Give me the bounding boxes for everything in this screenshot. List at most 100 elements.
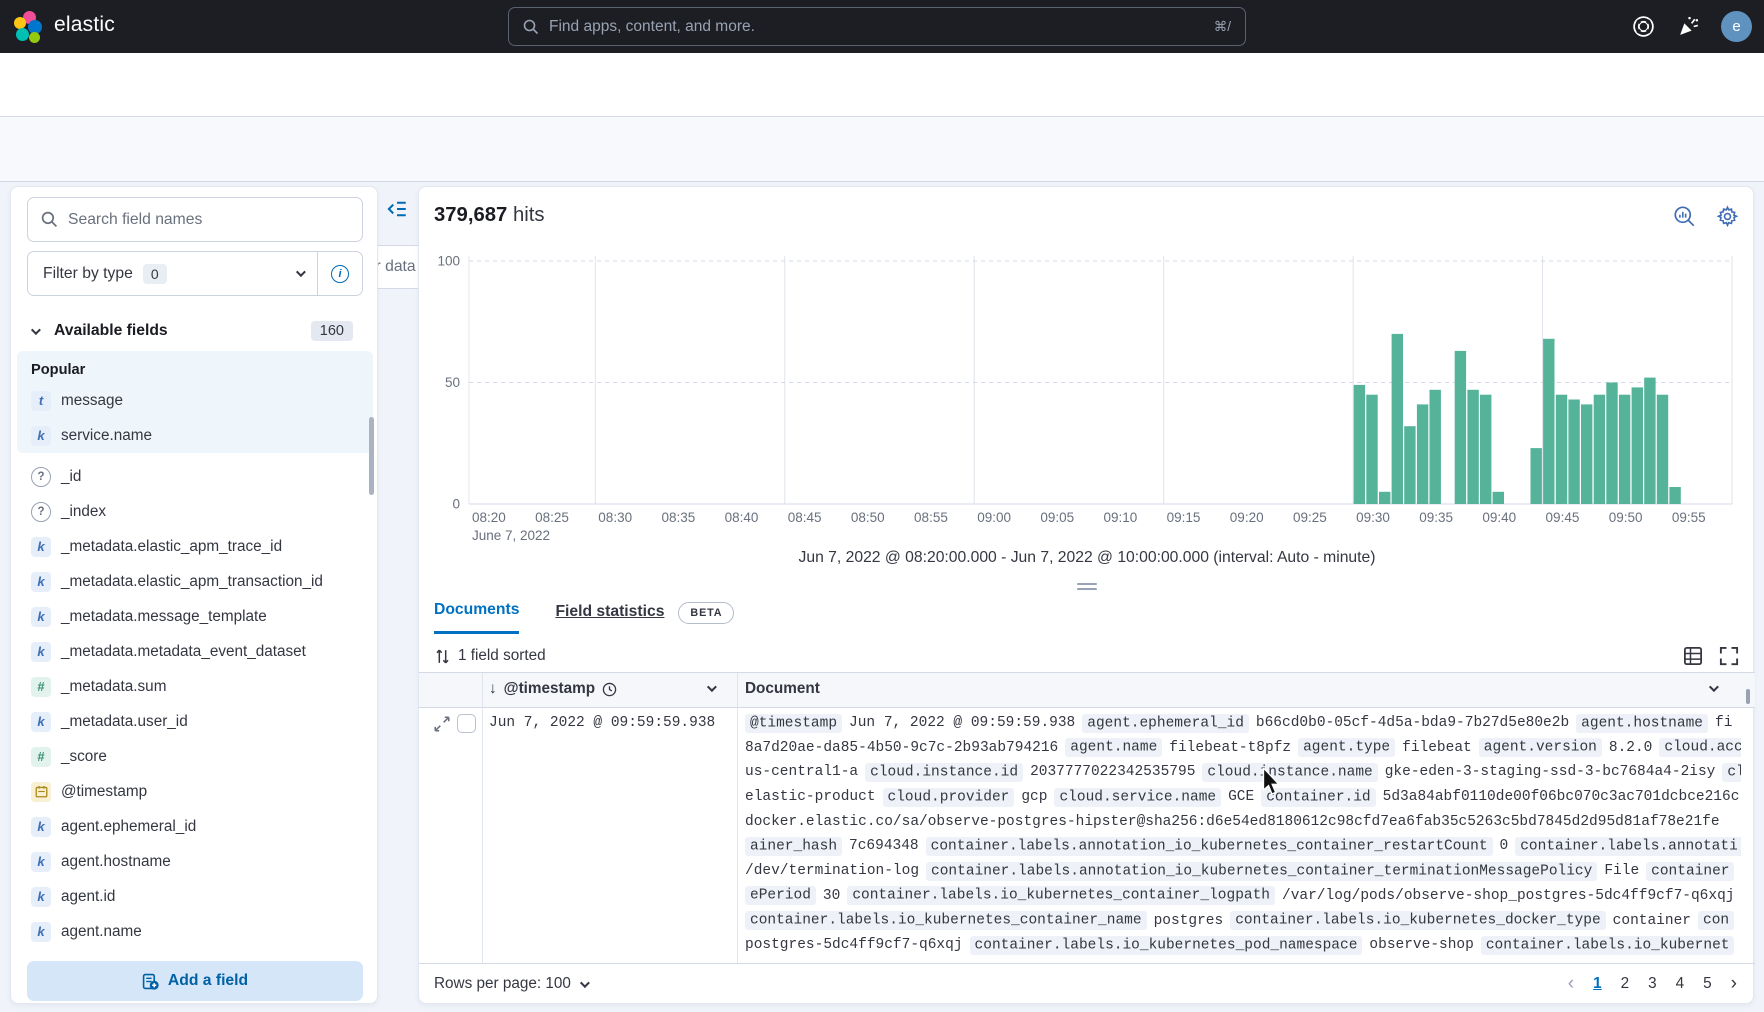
tab-field-statistics[interactable]: Field statistics <box>555 603 664 633</box>
result-tabs: Documents Field statistics BETA <box>434 601 734 634</box>
rows-per-page-button[interactable]: Rows per page: 100 <box>434 975 587 993</box>
row-checkbox[interactable] <box>457 714 476 733</box>
clock-icon <box>602 682 617 697</box>
field-item-_metadata.elastic_apm_trace_id[interactable]: k_metadata.elastic_apm_trace_id <box>17 529 373 564</box>
collapse-sidebar-icon[interactable] <box>387 199 407 219</box>
fields-sidebar: Filter by type 0 i Available fields 160 … <box>10 186 378 1004</box>
field-value: gcp <box>1021 789 1047 805</box>
grid-toolbar: 1 field sorted <box>419 639 1755 673</box>
chart-subtitle: Jun 7, 2022 @ 08:20:00.000 - Jun 7, 2022… <box>419 549 1755 567</box>
document-column-header[interactable]: Document <box>745 680 820 698</box>
display-options-icon[interactable] <box>1683 646 1703 666</box>
field-item-_metadata.metadata_event_dataset[interactable]: k_metadata.metadata_event_dataset <box>17 634 373 669</box>
timestamp-column-menu-icon[interactable] <box>707 682 717 692</box>
sidebar-scrollbar[interactable] <box>369 417 374 495</box>
svg-text:08:30: 08:30 <box>598 510 632 525</box>
pagination-page-5[interactable]: 5 <box>1703 975 1712 993</box>
global-search-input[interactable] <box>549 18 1214 36</box>
keyword-token-icon: k <box>31 607 51 627</box>
newsfeed-party-icon[interactable] <box>1676 14 1701 39</box>
field-info-button[interactable]: i <box>318 265 362 283</box>
field-list: ?_id?_indexk_metadata.elastic_apm_trace_… <box>17 459 373 949</box>
main-panel: 379,687 hits 05010008:2008:2508:3008:350… <box>418 186 1754 1004</box>
field-key-pill: container.labels.io_kubernet <box>1481 936 1735 955</box>
field-item-agent.ephemeral_id[interactable]: kagent.ephemeral_id <box>17 809 373 844</box>
document-line: postgres-5dc4ff9cf7-q6xqjcontainer.label… <box>745 933 1741 958</box>
available-count-badge: 160 <box>311 321 353 341</box>
document-column-menu-icon[interactable] <box>1709 682 1719 692</box>
field-value: /var/log/pods/observe-shop_postgres-5dc4… <box>1282 888 1734 904</box>
field-item-@timestamp[interactable]: @timestamp <box>17 774 373 809</box>
field-item-message[interactable]: tmessage <box>17 383 373 418</box>
timestamp-column-header[interactable]: ↓ @timestamp <box>489 680 617 698</box>
histogram-chart[interactable]: 05010008:2008:2508:3008:3508:4008:4508:5… <box>419 241 1755 557</box>
keyword-token-icon: k <box>31 642 51 662</box>
field-key-pill: container.labels.io_kubernetes_pod_names… <box>970 936 1363 955</box>
field-item-agent.name[interactable]: k agent.name <box>17 914 373 949</box>
field-value: b66cd0b0-05cf-4d5a-bda9-7b27d5e80e2b <box>1256 715 1569 731</box>
global-search[interactable]: ⌘/ <box>508 7 1246 46</box>
field-key-pill: container.labels.io_kubernetes_container… <box>847 886 1275 905</box>
elastic-logo-icon[interactable] <box>14 11 46 43</box>
field-value: observe-shop <box>1369 937 1473 953</box>
field-value: 8a7d20ae-da85-4b50-9c7c-2b93ab794216 <box>745 740 1058 756</box>
field-item-agent.hostname[interactable]: kagent.hostname <box>17 844 373 879</box>
svg-text:08:50: 08:50 <box>851 510 885 525</box>
field-sorted-button[interactable]: 1 field sorted <box>458 647 546 665</box>
field-item-_metadata.user_id[interactable]: k_metadata.user_id <box>17 704 373 739</box>
keyword-token-icon: k <box>31 852 51 872</box>
field-item-_id[interactable]: ?_id <box>17 459 373 494</box>
fullscreen-icon[interactable] <box>1719 646 1739 666</box>
pagination-page-4[interactable]: 4 <box>1676 975 1685 993</box>
search-icon <box>41 211 58 228</box>
available-fields-header[interactable]: Available fields 160 <box>11 315 378 347</box>
field-key-pill: container.labels.annotati <box>1515 837 1741 856</box>
field-item-service.name[interactable]: kservice.name <box>17 418 373 453</box>
unknown-token-icon: ? <box>31 502 51 522</box>
pagination-next[interactable]: › <box>1731 973 1737 995</box>
field-item-_score[interactable]: #_score <box>17 739 373 774</box>
field-item-agent.id[interactable]: kagent.id <box>17 879 373 914</box>
pagination-page-3[interactable]: 3 <box>1648 975 1657 993</box>
svg-text:09:30: 09:30 <box>1356 510 1390 525</box>
pagination-page-2[interactable]: 2 <box>1621 975 1630 993</box>
field-value: 2037777022342535795 <box>1030 764 1195 780</box>
expand-row-icon[interactable] <box>433 715 451 733</box>
svg-text:08:25: 08:25 <box>535 510 569 525</box>
field-name: message <box>61 392 123 410</box>
keyword-token-icon: k <box>31 887 51 907</box>
pagination-prev[interactable]: ‹ <box>1568 973 1574 995</box>
field-item-_index[interactable]: ?_index <box>17 494 373 529</box>
field-key-pill: container.id <box>1261 788 1375 807</box>
field-name: @timestamp <box>61 783 147 801</box>
field-item-_metadata.sum[interactable]: #_metadata.sum <box>17 669 373 704</box>
field-key-pill: container.labels.io_kubernetes_container… <box>745 911 1147 930</box>
grid-header: ↓ @timestamp Document <box>419 673 1755 708</box>
grid-scrollbar[interactable] <box>1746 689 1750 704</box>
tab-documents[interactable]: Documents <box>434 601 519 634</box>
beta-badge: BETA <box>678 602 734 624</box>
keyword-token-icon: k <box>31 922 51 942</box>
user-avatar[interactable]: e <box>1721 11 1752 42</box>
chart-inspect-icon[interactable] <box>1673 205 1696 228</box>
field-item-_metadata.message_template[interactable]: k_metadata.message_template <box>17 599 373 634</box>
field-item-_metadata.elastic_apm_transaction_id[interactable]: k_metadata.elastic_apm_transaction_id <box>17 564 373 599</box>
field-name: agent.ephemeral_id <box>61 818 196 836</box>
chevron-down-icon <box>31 325 41 335</box>
date-token-icon <box>31 782 51 802</box>
add-field-button[interactable]: Add a field <box>27 961 363 1001</box>
sort-fields-icon[interactable] <box>434 648 451 665</box>
gear-icon[interactable] <box>1716 205 1739 228</box>
field-search[interactable] <box>27 197 363 242</box>
resize-handle[interactable] <box>1077 583 1097 593</box>
field-key-pill: agent.hostname <box>1576 714 1708 733</box>
document-line: docker.elastic.co/sa/observe-postgres-hi… <box>745 810 1741 835</box>
help-icon[interactable] <box>1631 14 1656 39</box>
svg-text:50: 50 <box>445 375 460 390</box>
filter-by-type[interactable]: Filter by type 0 i <box>27 251 363 296</box>
field-name: agent.name <box>61 923 142 941</box>
field-value: 8.2.0 <box>1609 740 1653 756</box>
field-search-input[interactable] <box>68 211 349 229</box>
pagination-page-1[interactable]: 1 <box>1593 975 1602 993</box>
document-cell[interactable]: @timestampJun 7, 2022 @ 09:59:59.938agen… <box>745 711 1741 958</box>
